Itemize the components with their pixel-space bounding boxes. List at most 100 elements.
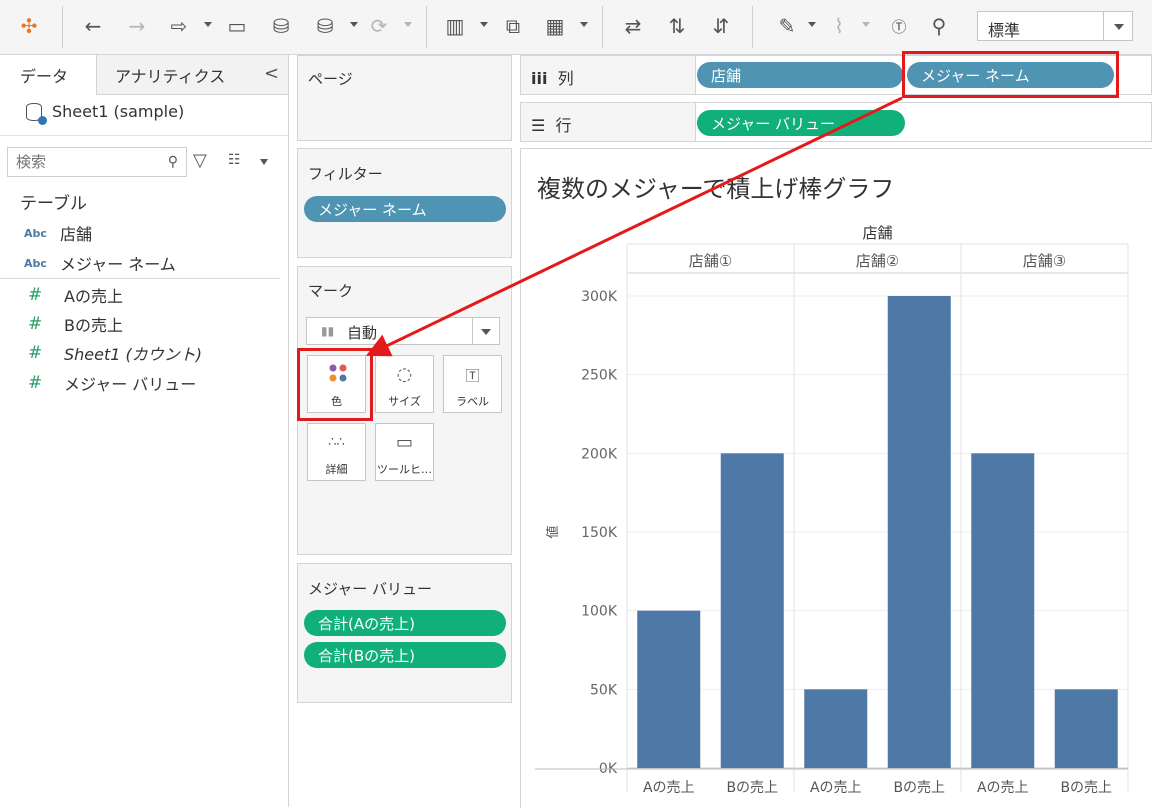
replay-dropdown-caret[interactable] [204,22,212,27]
y-tick-label: 150K [581,525,618,541]
pages-card[interactable]: ページ [297,55,512,141]
pause-icon[interactable]: ⛁ [312,10,338,42]
rows-pill-measure-values[interactable]: メジャー バリュー [697,110,905,136]
replay-icon[interactable]: ⇨ [166,10,192,42]
chevron-down-icon[interactable] [1103,12,1132,40]
detail-button[interactable]: ∴∴ 詳細 [307,423,366,481]
refresh-icon[interactable]: ⟳ [366,10,392,42]
pages-title: ページ [308,70,353,88]
rows-shelf[interactable]: ☰ 行 メジャー バリュー [520,102,1152,142]
label-button[interactable]: 🅃 ラベル [443,355,502,413]
group-dropdown-caret[interactable] [862,22,870,27]
string-type-icon: Abc [24,226,47,240]
search-field[interactable]: ⚲ [7,147,187,177]
field-label: Sheet1 (カウント) [64,345,203,364]
measure-values-pill[interactable]: 合計(Bの売上) [304,642,506,668]
view-options-icon[interactable]: ☷ [228,152,241,168]
rows-label-text: 行 [555,116,572,135]
collapse-pane-icon[interactable]: < [264,63,279,84]
clear-icon[interactable]: ▦ [542,10,568,42]
tableau-logo-icon[interactable]: ✣ [16,10,42,42]
x-tick-label: Aの売上 [977,780,1029,796]
filters-card[interactable]: フィルター メジャー ネーム [297,148,512,258]
swap-icon[interactable]: ⇄ [620,10,646,42]
divider [0,278,280,279]
refresh-dropdown-caret[interactable] [404,22,412,27]
number-type-icon: # [28,373,43,393]
pause-dropdown-caret[interactable] [350,22,358,27]
bar [637,610,701,768]
highlight-dropdown-caret[interactable] [808,22,816,27]
y-tick-label: 200K [581,446,618,462]
mark-type-value: 自動 [347,324,378,342]
new-worksheet-icon[interactable]: ▥ [442,10,468,42]
datasource-item[interactable]: Sheet1 (sample) [26,102,184,125]
tooltip-label: ツールヒ… [377,463,432,476]
tab-data[interactable]: データ [0,55,97,95]
label-icon: 🅃 [465,369,480,385]
column-header-label: 店舗 [862,224,892,242]
pin-icon[interactable]: ⚲ [926,10,952,42]
filter-icon[interactable]: ▽ [193,150,207,171]
search-input[interactable] [14,148,158,176]
toolbar-divider [426,6,427,48]
store-header-label: 店舗① [689,252,732,270]
columns-label-text: 列 [557,69,574,88]
filter-pill[interactable]: メジャー ネーム [304,196,506,222]
field-measure[interactable]: # Bの売上 [0,310,280,338]
size-label: サイズ [388,395,421,408]
y-tick-label: 250K [581,368,618,384]
redo-icon[interactable]: → [124,10,150,42]
group-icon[interactable]: ⌇ [826,10,852,42]
measure-values-pill[interactable]: 合計(Aの売上) [304,610,506,636]
field-label: メジャー バリュー [64,375,197,394]
bar [1054,689,1118,768]
new-worksheet-dropdown-caret[interactable] [480,22,488,27]
undo-icon[interactable]: ← [80,10,106,42]
x-tick-label: Aの売上 [810,780,862,796]
field-label: メジャー ネーム [60,255,176,274]
fit-select[interactable]: 標準 [977,11,1133,41]
detail-icon: ∴∴ [328,435,345,450]
size-button[interactable]: ◌ サイズ [375,355,434,413]
label-icon[interactable]: Ⓣ [886,10,912,42]
bar [804,689,868,768]
mark-type-select[interactable]: ▮▮ 自動 [306,317,500,345]
field-dimension[interactable]: Abc メジャー ネーム [0,249,280,277]
search-icon[interactable]: ⚲ [168,154,178,170]
field-measure[interactable]: # Sheet1 (カウント) [0,339,280,367]
toolbar-divider [62,6,63,48]
chevron-down-icon[interactable] [472,318,499,344]
viz-area: 複数のメジャーで積上げ棒グラフ 店舗 0K 50K 100K 150K 200K 250K 3… [520,148,1152,808]
highlight-icon[interactable]: ✎ [774,10,800,42]
field-label: Bの売上 [64,316,123,335]
columns-shelf-label: iii 列 [531,65,574,89]
field-measure[interactable]: # Aの売上 [0,281,280,309]
datasource-icon [26,102,47,125]
divider [0,135,288,136]
toolbar-divider [752,6,753,48]
sort-descending-icon[interactable]: ⇵ [708,10,734,42]
measure-values-card: メジャー バリュー 合計(Aの売上) 合計(Bの売上) [297,563,512,703]
x-tick-label: Bの売上 [893,780,945,796]
tooltip-button[interactable]: ▭ ツールヒ… [375,423,434,481]
section-table-heading: テーブル [20,194,87,214]
tab-analytics[interactable]: アナリティクス [97,55,288,95]
field-measure[interactable]: # メジャー バリュー [0,369,280,397]
y-tick-label: 100K [581,604,618,620]
field-dimension[interactable]: Abc 店舗 [0,219,280,247]
x-tick-label: Bの売上 [1060,780,1112,796]
sort-ascending-icon[interactable]: ⇅ [664,10,690,42]
duplicate-icon[interactable]: ⧉ [500,10,526,42]
save-icon[interactable]: ▭ [224,10,250,42]
y-tick-label: 300K [581,289,618,305]
columns-pill-store[interactable]: 店舗 [697,62,903,88]
new-datasource-icon[interactable]: ⛁ [268,10,294,42]
clear-dropdown-caret[interactable] [580,22,588,27]
field-label: Aの売上 [64,287,123,306]
view-options-caret[interactable] [260,159,268,165]
size-icon: ◌ [396,364,413,385]
columns-icon: iii [531,69,548,88]
bar [720,453,784,768]
bar [971,453,1035,768]
